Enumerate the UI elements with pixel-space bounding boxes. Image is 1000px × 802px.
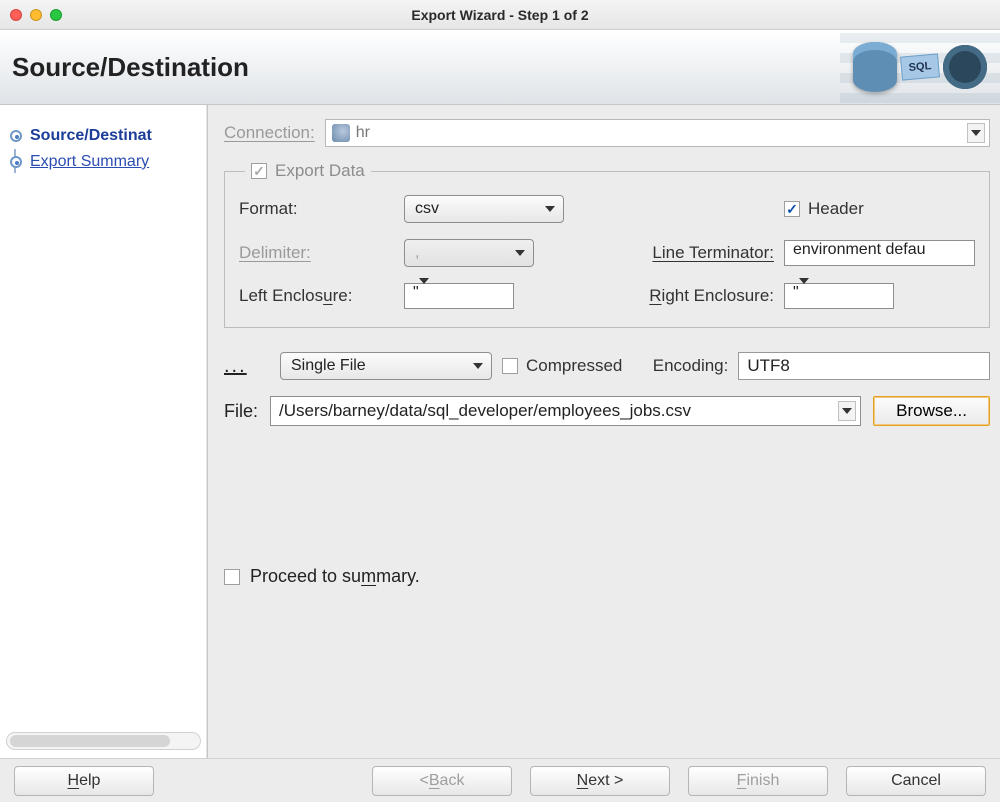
header-label: Header [808, 199, 864, 219]
banner-art: SQL [840, 31, 1000, 103]
scrollbar-thumb[interactable] [10, 735, 170, 747]
wizard-step-source-destination[interactable]: Source/Destinat [6, 123, 207, 149]
reel-icon [943, 45, 987, 89]
page-banner: Source/Destination SQL [0, 30, 1000, 105]
left-enc-input[interactable]: " [404, 283, 514, 309]
browse-button[interactable]: Browse... [873, 396, 990, 426]
encoding-input[interactable]: UTF8 [738, 352, 990, 380]
line-term-label: Line Terminator: [652, 243, 774, 263]
line-term-input[interactable]: environment defau [784, 240, 975, 266]
header-checkbox-wrap: Header [784, 199, 975, 219]
chevron-down-icon [419, 278, 429, 301]
step-link[interactable]: Export Summary [30, 153, 149, 171]
wizard-footer: Help < Back Next > Finish Cancel [0, 758, 1000, 802]
right-enc-label: Right Enclosure: [649, 286, 774, 306]
output-mode-value: Single File [291, 357, 366, 375]
chevron-down-icon [967, 123, 985, 143]
proceed-row: Proceed to summary. [224, 566, 990, 587]
connection-row: Connection: hr [224, 119, 990, 147]
connection-label: Connection: [224, 123, 315, 143]
connection-value: hr [356, 124, 370, 142]
delimiter-select[interactable]: , [404, 239, 534, 267]
export-data-group: Export Data Format: csv Header Delimiter… [224, 161, 990, 328]
step-link[interactable]: Source/Destinat [30, 127, 152, 145]
finish-button[interactable]: Finish [688, 766, 828, 796]
wizard-steps-sidebar: Source/Destinat Export Summary [0, 105, 208, 758]
sql-badge-icon: SQL [900, 53, 940, 80]
cancel-button[interactable]: Cancel [846, 766, 986, 796]
chevron-down-icon [541, 199, 559, 219]
window-title: Export Wizard - Step 1 of 2 [0, 7, 1000, 23]
delimiter-label: Delimiter: [239, 243, 394, 263]
chevron-down-icon [511, 243, 529, 263]
file-label: File: [224, 401, 258, 422]
help-button[interactable]: Help [14, 766, 154, 796]
next-button[interactable]: Next > [530, 766, 670, 796]
file-input[interactable]: /Users/barney/data/sql_developer/employe… [270, 396, 861, 426]
export-data-title: Export Data [275, 161, 365, 181]
right-enc-input[interactable]: " [784, 283, 894, 309]
step-bullet-icon [10, 156, 22, 168]
wizard-step-export-summary[interactable]: Export Summary [6, 149, 207, 175]
header-checkbox[interactable] [784, 201, 800, 217]
output-settings: ... Single File Compressed Encoding: UTF… [224, 352, 990, 380]
proceed-checkbox[interactable] [224, 569, 240, 585]
file-row: File: /Users/barney/data/sql_developer/e… [224, 396, 990, 426]
output-mode-select[interactable]: Single File [280, 352, 492, 380]
connection-select[interactable]: hr [325, 119, 990, 147]
sidebar-scrollbar[interactable] [6, 732, 201, 750]
left-enc-label: Left Enclosure: [239, 286, 394, 306]
encoding-label: Encoding: [653, 356, 729, 376]
compressed-checkbox[interactable] [502, 358, 518, 374]
format-select[interactable]: csv [404, 195, 564, 223]
output-dots[interactable]: ... [224, 355, 270, 378]
format-value: csv [415, 200, 439, 218]
compressed-wrap: Compressed [502, 356, 622, 376]
back-button[interactable]: < Back [372, 766, 512, 796]
step-bullet-icon [10, 130, 22, 142]
titlebar: Export Wizard - Step 1 of 2 [0, 0, 1000, 30]
file-value: /Users/barney/data/sql_developer/employe… [279, 401, 691, 421]
chevron-down-icon [799, 278, 809, 301]
compressed-label: Compressed [526, 356, 622, 376]
page-heading: Source/Destination [12, 52, 249, 83]
line-term-value: environment defau [793, 241, 926, 258]
export-data-checkbox[interactable] [251, 163, 267, 179]
chevron-down-icon [469, 356, 487, 376]
encoding-value: UTF8 [747, 356, 790, 376]
chevron-down-icon [838, 401, 856, 421]
format-label: Format: [239, 199, 394, 219]
proceed-label: Proceed to summary. [250, 566, 420, 587]
delimiter-value: , [415, 244, 419, 262]
database-icon [853, 42, 897, 92]
wizard-content: Connection: hr Export Data Format: csv [208, 105, 1000, 758]
